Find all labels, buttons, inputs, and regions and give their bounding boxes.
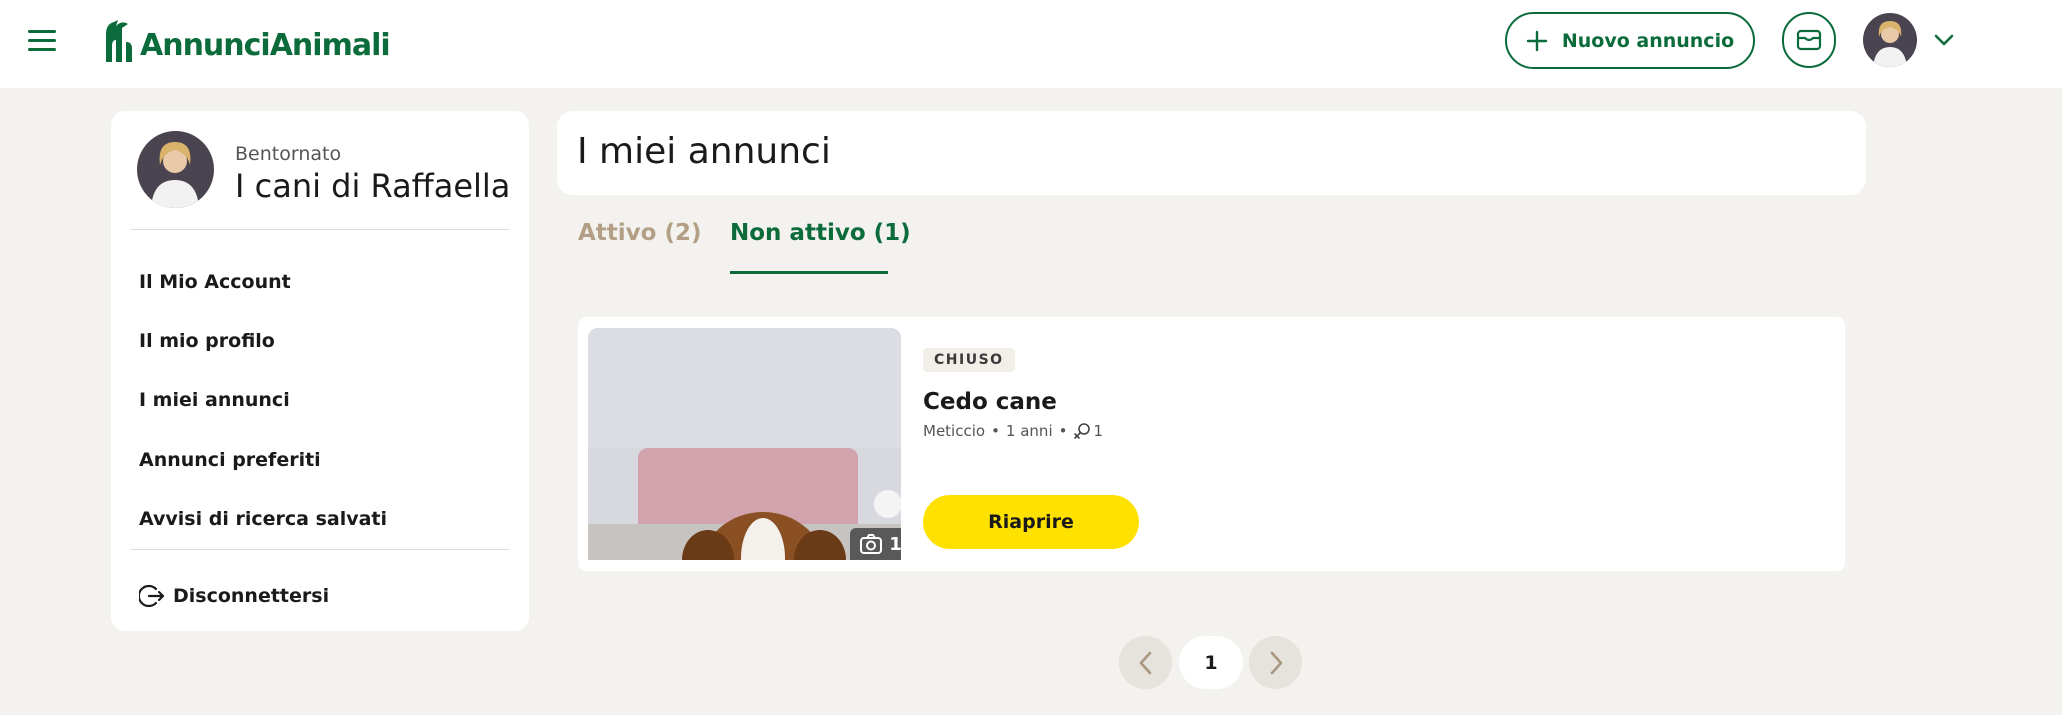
pagination-page-current[interactable]: 1 [1179, 636, 1243, 689]
user-menu[interactable] [1863, 12, 1955, 68]
listing-title[interactable]: Cedo cane [923, 389, 1057, 415]
top-header: AnnunciAnimali Nuovo annuncio [0, 0, 2062, 88]
new-ad-label: Nuovo annuncio [1561, 29, 1735, 52]
listing-photo[interactable]: 1 [588, 328, 901, 560]
messages-button[interactable] [1782, 12, 1836, 68]
listing-meta: Meticcio • 1 anni • 1 [923, 422, 1103, 440]
photo-count-badge: 1 [850, 528, 901, 560]
sidebar-item-favorites[interactable]: Annunci preferiti [139, 449, 321, 471]
tab-inactive[interactable]: Non attivo (1) [730, 220, 911, 246]
meta-separator: • [1058, 422, 1068, 440]
sidebar-item-saved-searches[interactable]: Avvisi di ricerca salvati [139, 508, 387, 530]
divider [131, 549, 509, 550]
camera-icon [860, 534, 883, 554]
tab-selected-indicator [730, 271, 888, 274]
chevron-right-icon [1270, 651, 1282, 674]
logo-mark-icon [106, 20, 132, 62]
status-badge: CHIUSO [923, 348, 1015, 372]
sidebar-item-account[interactable]: Il Mio Account [139, 271, 291, 293]
hamburger-menu-icon[interactable] [28, 28, 58, 52]
account-sidebar: Bentornato I cani di Raffaella Il Mio Ac… [111, 111, 529, 631]
chevron-down-icon [1934, 34, 1954, 46]
new-ad-button[interactable]: Nuovo annuncio [1505, 12, 1755, 69]
page-title-card: I miei annunci [557, 111, 1866, 195]
female-icon [1074, 423, 1091, 439]
tab-active[interactable]: Attivo (2) [578, 220, 702, 246]
listing-card[interactable]: 1 CHIUSO Cedo cane Meticcio • 1 anni • 1… [578, 317, 1845, 571]
pagination-next-button[interactable] [1249, 636, 1302, 689]
avatar [137, 131, 214, 208]
logo-text: AnnunciAnimali [140, 28, 391, 63]
welcome-text: Bentornato [235, 143, 342, 165]
logout-icon [139, 584, 165, 608]
listing-age: 1 anni [1005, 422, 1053, 440]
profile-name: I cani di Raffaella [235, 167, 511, 205]
meta-separator: • [991, 422, 1000, 440]
dog-photo [588, 328, 901, 560]
photo-count: 1 [889, 533, 901, 555]
logout-label: Disconnettersi [173, 585, 330, 607]
mail-icon [1796, 29, 1822, 51]
profile-summary: Bentornato I cani di Raffaella [137, 131, 517, 211]
listing-breed: Meticcio [923, 422, 986, 440]
divider [131, 229, 509, 230]
plus-icon [1526, 30, 1548, 51]
sidebar-item-my-ads[interactable]: I miei annunci [139, 389, 290, 411]
page-title: I miei annunci [577, 131, 831, 172]
pagination-prev-button[interactable] [1119, 636, 1172, 689]
avatar [1863, 13, 1917, 67]
reopen-button[interactable]: Riaprire [923, 495, 1139, 549]
listing-sex-count: 1 [1093, 422, 1104, 440]
chevron-left-icon [1139, 651, 1151, 674]
site-logo[interactable]: AnnunciAnimali [100, 16, 391, 64]
logout-button[interactable]: Disconnettersi [139, 583, 329, 609]
sidebar-item-profile[interactable]: Il mio profilo [139, 330, 275, 352]
